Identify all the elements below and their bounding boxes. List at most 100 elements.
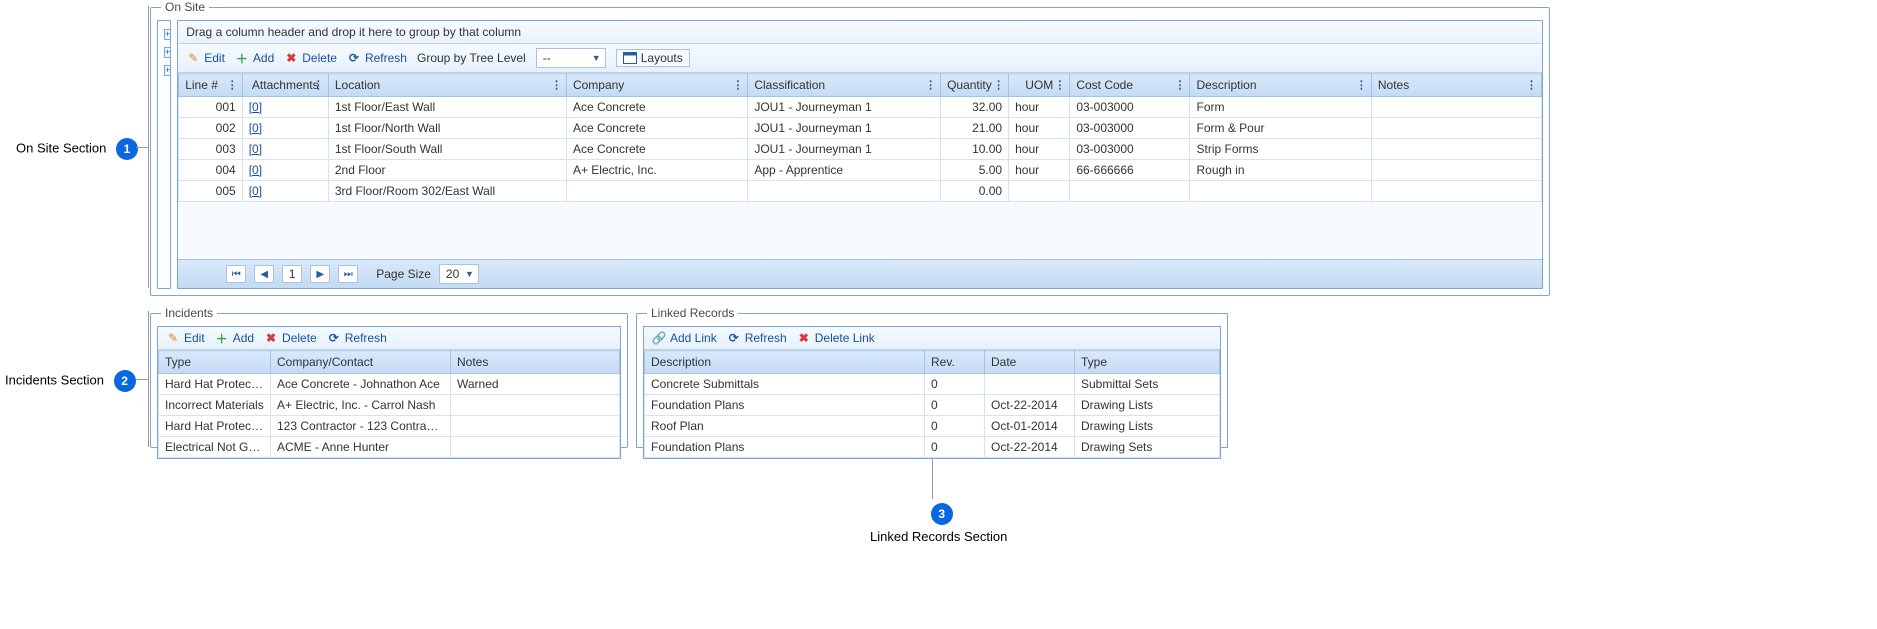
table-row[interactable]: Concrete Submittals0Submittal Sets	[645, 374, 1220, 395]
cell-uom: hour	[1009, 160, 1070, 181]
table-row[interactable]: Foundation Plans0Oct-22-2014Drawing Sets	[645, 437, 1220, 458]
cell-notes	[1371, 181, 1541, 202]
pager-page[interactable]: 1	[282, 265, 302, 283]
pencil-icon: ✎	[166, 331, 180, 345]
col-location[interactable]: Location⋮	[328, 74, 566, 97]
table-row[interactable]: 003[0]1st Floor/South WallAce ConcreteJO…	[179, 139, 1542, 160]
col-type[interactable]: Type	[1075, 351, 1220, 374]
table-row[interactable]: 001[0]1st Floor/East WallAce ConcreteJOU…	[179, 97, 1542, 118]
onsite-section: On Site + ▪ 1st Floor + ▪ 2nd Floor + ▪ …	[150, 0, 1550, 296]
delete-button[interactable]: ✖Delete	[284, 51, 337, 65]
incidents-table: Type Company/Contact Notes Hard Hat Prot…	[158, 350, 620, 458]
incidents-toolbar: ✎Edit ＋Add ✖Delete ⟳Refresh	[158, 327, 620, 350]
table-row[interactable]: 005[0]3rd Floor/Room 302/East Wall0.00	[179, 181, 1542, 202]
delete-link-button[interactable]: ✖Delete Link	[797, 331, 875, 345]
onsite-table: Line #⋮ Attachments⋮ Location⋮ Company⋮ …	[178, 73, 1542, 202]
col-quantity[interactable]: Quantity⋮	[941, 74, 1009, 97]
pager-first[interactable]: ⏮	[226, 265, 246, 283]
col-description[interactable]: Description⋮	[1190, 74, 1371, 97]
refresh-button[interactable]: ⟳Refresh	[347, 51, 407, 65]
edit-button[interactable]: ✎Edit	[186, 51, 225, 65]
attachment-link[interactable]: [0]	[249, 184, 262, 198]
cell-quantity: 0.00	[941, 181, 1009, 202]
layouts-label: Layouts	[641, 51, 683, 65]
column-menu-icon[interactable]: ⋮	[1526, 79, 1537, 92]
link-icon: 🔗	[652, 331, 666, 345]
cell-company-contact: A+ Electric, Inc. - Carrol Nash	[271, 395, 451, 416]
add-button[interactable]: ＋Add	[215, 331, 254, 345]
table-row[interactable]: Incorrect MaterialsA+ Electric, Inc. - C…	[159, 395, 620, 416]
attachment-link[interactable]: [0]	[249, 100, 262, 114]
attachment-link[interactable]: [0]	[249, 163, 262, 177]
page-size-select[interactable]: 20▼	[439, 264, 479, 284]
cell-attachments: [0]	[242, 181, 328, 202]
refresh-button[interactable]: ⟳Refresh	[727, 331, 787, 345]
col-notes[interactable]: Notes	[451, 351, 620, 374]
col-company-contact[interactable]: Company/Contact	[271, 351, 451, 374]
table-row[interactable]: Foundation Plans0Oct-22-2014Drawing List…	[645, 395, 1220, 416]
column-menu-icon[interactable]: ⋮	[732, 79, 743, 92]
col-attachments[interactable]: Attachments⋮	[242, 74, 328, 97]
cell-quantity: 21.00	[941, 118, 1009, 139]
col-costcode[interactable]: Cost Code⋮	[1070, 74, 1190, 97]
col-notes[interactable]: Notes⋮	[1371, 74, 1541, 97]
col-uom[interactable]: UOM⋮	[1009, 74, 1070, 97]
col-description[interactable]: Description	[645, 351, 925, 374]
pager-next[interactable]: ▶	[310, 265, 330, 283]
col-line[interactable]: Line # ⋮	[179, 74, 242, 97]
cell-date	[985, 374, 1075, 395]
col-classification[interactable]: Classification⋮	[748, 74, 941, 97]
cell-line: 004	[179, 160, 242, 181]
table-row[interactable]: Hard Hat Protection123 Contractor - 123 …	[159, 416, 620, 437]
layouts-button[interactable]: Layouts	[616, 49, 690, 67]
column-menu-icon[interactable]: ⋮	[227, 79, 238, 92]
table-row[interactable]: 004[0]2nd FloorA+ Electric, Inc.App - Ap…	[179, 160, 1542, 181]
cell-attachments: [0]	[242, 97, 328, 118]
column-menu-icon[interactable]: ⋮	[551, 79, 562, 92]
cell-location: 1st Floor/East Wall	[328, 97, 566, 118]
edit-button[interactable]: ✎Edit	[166, 331, 205, 345]
cell-location: 2nd Floor	[328, 160, 566, 181]
col-label: Line #	[185, 78, 218, 92]
groupby-label: Group by Tree Level	[417, 51, 526, 65]
group-drop-hint[interactable]: Drag a column header and drop it here to…	[178, 21, 1542, 44]
table-row[interactable]: 002[0]1st Floor/North WallAce ConcreteJO…	[179, 118, 1542, 139]
table-row[interactable]: Roof Plan0Oct-01-2014Drawing Lists	[645, 416, 1220, 437]
attachment-link[interactable]: [0]	[249, 142, 262, 156]
column-menu-icon[interactable]: ⋮	[993, 79, 1004, 92]
col-company[interactable]: Company ⋮	[566, 74, 747, 97]
delete-button[interactable]: ✖Delete	[264, 331, 317, 345]
col-label: Company	[573, 78, 624, 92]
column-menu-icon[interactable]: ⋮	[925, 79, 936, 92]
col-date[interactable]: Date	[985, 351, 1075, 374]
linked-records-section: Linked Records 🔗Add Link ⟳Refresh ✖Delet…	[636, 306, 1228, 448]
delete-label: Delete	[302, 51, 337, 65]
expand-icon[interactable]: +	[164, 47, 171, 58]
groupby-select[interactable]: --▼	[536, 48, 606, 68]
column-menu-icon[interactable]: ⋮	[1054, 79, 1065, 92]
col-type[interactable]: Type	[159, 351, 271, 374]
col-label: Quantity	[947, 78, 992, 92]
column-menu-icon[interactable]: ⋮	[313, 79, 324, 92]
cell-type: Drawing Lists	[1075, 416, 1220, 437]
groupby-value: --	[543, 51, 551, 65]
expand-icon[interactable]: +	[164, 65, 171, 76]
table-row[interactable]: Hard Hat ProtectionAce Concrete - Johnat…	[159, 374, 620, 395]
add-link-button[interactable]: 🔗Add Link	[652, 331, 717, 345]
cell-line: 005	[179, 181, 242, 202]
delete-label: Delete	[282, 331, 317, 345]
expand-icon[interactable]: +	[164, 29, 171, 40]
cell-rev: 0	[925, 374, 985, 395]
attachment-link[interactable]: [0]	[249, 121, 262, 135]
refresh-button[interactable]: ⟳Refresh	[327, 331, 387, 345]
column-menu-icon[interactable]: ⋮	[1356, 79, 1367, 92]
pager-last[interactable]: ⏭	[338, 265, 358, 283]
add-button[interactable]: ＋Add	[235, 51, 274, 65]
col-rev[interactable]: Rev.	[925, 351, 985, 374]
linked-callout-text: Linked Records Section	[870, 529, 1007, 544]
table-row[interactable]: Electrical Not GroundedACME - Anne Hunte…	[159, 437, 620, 458]
cell-type: Drawing Sets	[1075, 437, 1220, 458]
pager-prev[interactable]: ◀	[254, 265, 274, 283]
column-menu-icon[interactable]: ⋮	[1174, 79, 1185, 92]
cell-rev: 0	[925, 395, 985, 416]
